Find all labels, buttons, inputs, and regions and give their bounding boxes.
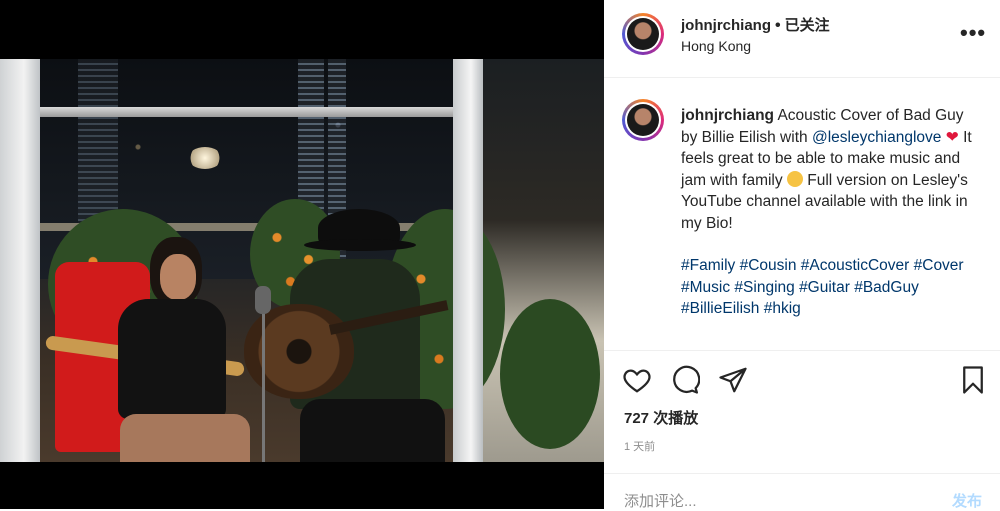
door-frame — [0, 59, 40, 462]
door-frame — [453, 59, 483, 462]
avatar[interactable] — [622, 13, 664, 55]
comment-input[interactable]: 添加评论... — [624, 490, 697, 511]
caption-username[interactable]: johnjrchiang — [681, 107, 774, 124]
post-comment-button[interactable]: 发布 — [952, 490, 982, 511]
more-options-icon[interactable]: ••• — [960, 20, 986, 46]
singer-legs — [120, 414, 250, 462]
hashtag-link[interactable]: #AcousticCover — [801, 257, 910, 274]
hashtag-link[interactable]: #Cover — [914, 257, 964, 274]
guitarist-legs — [300, 399, 445, 462]
hashtag-link[interactable]: #Singing — [734, 279, 794, 296]
singer — [118, 299, 226, 419]
hashtag-link[interactable]: #Cousin — [740, 257, 797, 274]
header-title: johnjrchiang • 已关注 — [681, 14, 830, 35]
heart-icon[interactable] — [622, 365, 652, 395]
green-plant — [500, 299, 600, 449]
video-frame[interactable] — [0, 59, 604, 462]
mention-link[interactable]: @lesleychianglove — [812, 129, 941, 146]
post-header: johnjrchiang • 已关注 Hong Kong ••• — [604, 0, 1000, 78]
heart-emoji: ❤ — [945, 128, 959, 146]
hashtag-link[interactable]: #BillieEilish — [681, 300, 759, 317]
instagram-post: johnjrchiang • 已关注 Hong Kong ••• johnjrchi… — [0, 0, 1000, 510]
window-rail — [40, 107, 453, 117]
caption: johnjrchiang Acoustic Cover of Bad Guy b… — [681, 105, 981, 320]
hashtag-link[interactable]: #BadGuy — [854, 279, 919, 296]
comment-box: 添加评论... 发布 — [604, 473, 1000, 511]
follow-status[interactable]: 已关注 — [785, 17, 830, 34]
bookmark-icon[interactable] — [958, 365, 988, 395]
caption-avatar[interactable] — [622, 99, 664, 141]
separator-dot: • — [775, 17, 781, 34]
header-username[interactable]: johnjrchiang — [681, 17, 771, 34]
hashtags: #Family #Cousin #AcousticCover #Cover #M… — [681, 255, 981, 320]
singer-face — [160, 254, 196, 300]
grin-emoji-icon — [786, 170, 803, 187]
guitar — [244, 304, 354, 399]
comment-icon[interactable] — [670, 365, 700, 395]
post-timestamp[interactable]: 1 天前 — [624, 438, 655, 454]
avatar-image — [627, 18, 659, 50]
microphone — [255, 286, 271, 314]
mic-stand — [262, 289, 265, 462]
hashtag-link[interactable]: #Music — [681, 279, 730, 296]
avatar-image — [627, 104, 659, 136]
hashtag-link[interactable]: #hkig — [764, 300, 801, 317]
video-player[interactable] — [0, 0, 604, 509]
share-icon[interactable] — [718, 365, 748, 395]
actions-section: 727 次播放 1 天前 添加评论... 发布 — [604, 350, 1000, 510]
chandelier — [188, 147, 222, 169]
hashtag-link[interactable]: #Guitar — [799, 279, 850, 296]
location-link[interactable]: Hong Kong — [681, 38, 751, 54]
hashtag-link[interactable]: #Family — [681, 257, 735, 274]
hat-brim — [304, 239, 416, 251]
view-count[interactable]: 727 次播放 — [624, 407, 698, 428]
post-details-panel: johnjrchiang • 已关注 Hong Kong ••• johnjrchi… — [604, 0, 1000, 510]
